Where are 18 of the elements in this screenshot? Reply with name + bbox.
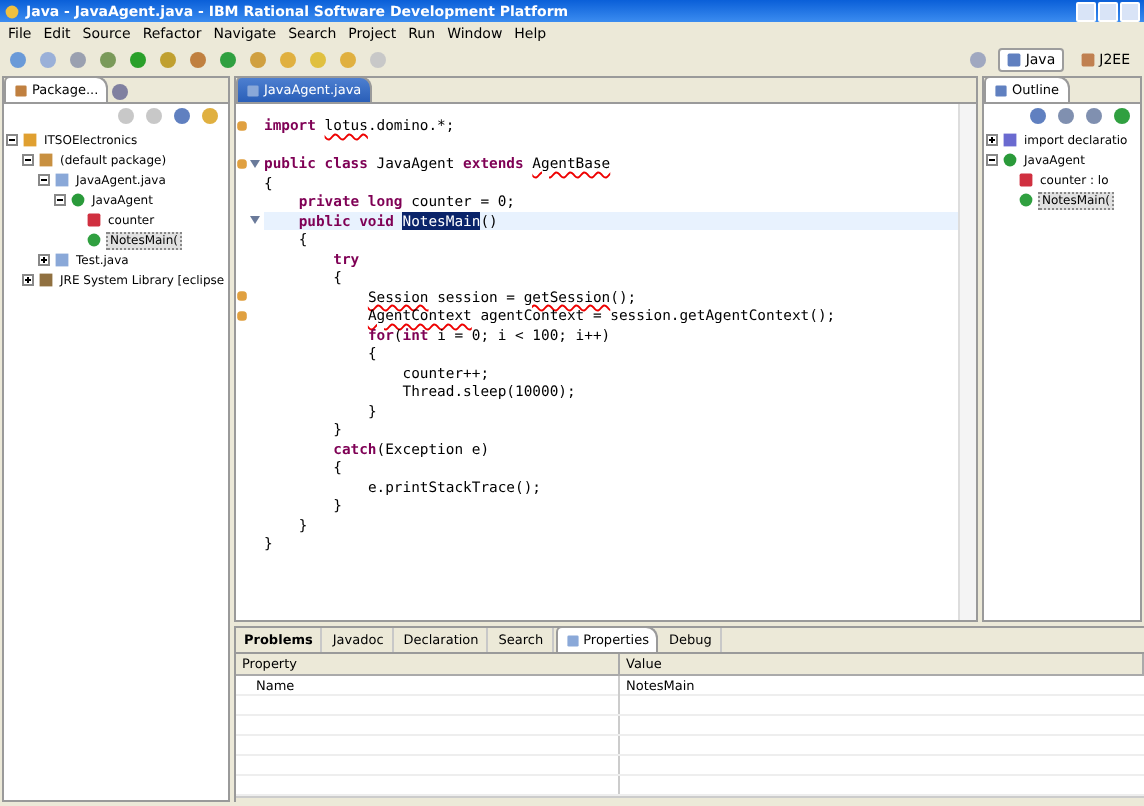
expand-icon[interactable]: [38, 254, 50, 266]
expand-icon[interactable]: [986, 134, 998, 146]
error-marker-icon: [236, 157, 248, 170]
fold-icon[interactable]: [250, 159, 260, 168]
expand-icon[interactable]: [22, 274, 34, 286]
app-icon: [4, 3, 20, 19]
error-marker-icon: [236, 309, 248, 322]
error-marker-icon: [236, 290, 248, 303]
minimize-button[interactable]: [1076, 1, 1096, 21]
collapse-icon[interactable]: [54, 194, 66, 206]
collapse-icon[interactable]: [38, 174, 50, 186]
collapse-icon[interactable]: [6, 134, 18, 146]
collapse-icon[interactable]: [22, 154, 34, 166]
collapse-icon[interactable]: [986, 154, 998, 166]
error-marker-icon: [236, 119, 248, 132]
fold-icon[interactable]: [250, 216, 260, 225]
close-button[interactable]: [1120, 1, 1140, 21]
maximize-button[interactable]: [1098, 1, 1118, 21]
